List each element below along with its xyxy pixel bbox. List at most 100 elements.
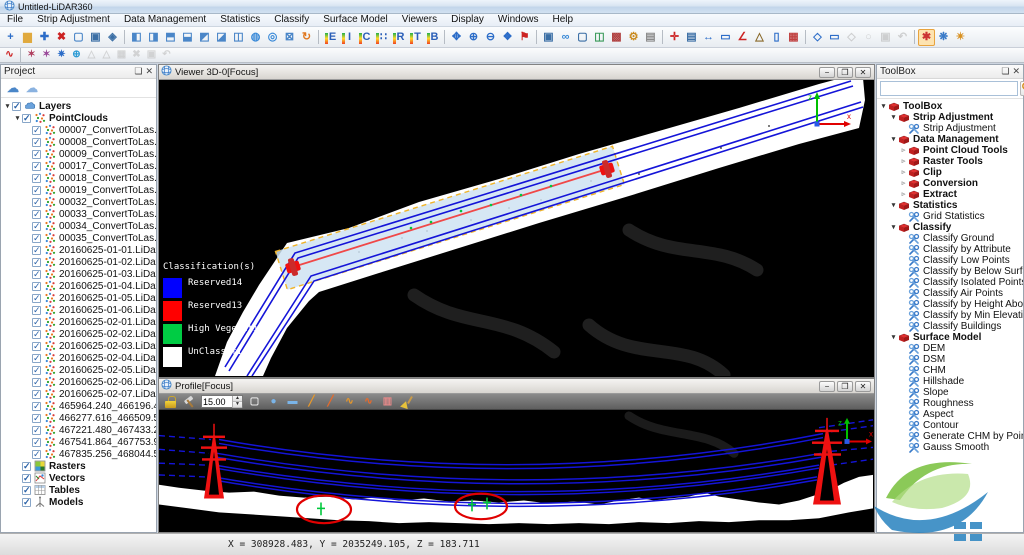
tree-item-00018-converttolas-lidata[interactable]: ✓00018_ConvertToLas.LiData (1, 172, 156, 184)
strip-save-button[interactable]: ▣ (144, 49, 159, 62)
tree-item-strip-adjustment[interactable]: Strip Adjustment (877, 123, 1023, 134)
strip-align-2-button[interactable]: ✶ (39, 49, 54, 62)
zoom-select-button[interactable]: ● (266, 395, 281, 409)
tree-item-467221-480-467433-272-lidata[interactable]: ✓467221.480_467433.272.LiData (1, 424, 156, 436)
tree-item-20160625-01-01-lidata[interactable]: ✓20160625-01-01.LiData (1, 244, 156, 256)
lock-profile-button[interactable] (163, 395, 178, 409)
tree-item-grid-statistics[interactable]: Grid Statistics (877, 211, 1023, 222)
strip-terrain-1-button[interactable]: △ (84, 49, 99, 62)
display-by-return-button[interactable]: R (390, 29, 407, 46)
tree-item-chm[interactable]: CHM (877, 365, 1023, 376)
tree-item-layers[interactable]: ▾✓Layers (1, 100, 156, 112)
restore-button[interactable]: ❐ (837, 381, 853, 392)
tree-item-strip-adjustment[interactable]: ▾Strip Adjustment (877, 112, 1023, 123)
tree-item-classify-ground[interactable]: Classify Ground (877, 233, 1023, 244)
float-panel-icon[interactable]: ❏ (1001, 67, 1009, 76)
viewer-settings-gear-button[interactable]: ⚙ (625, 29, 642, 46)
add-point-cloud-button[interactable]: ☁ (5, 80, 21, 96)
new-window-button[interactable]: ▢ (70, 29, 87, 46)
layer-checkbox[interactable]: ✓ (22, 114, 31, 123)
tree-item-conversion[interactable]: ▹Conversion (877, 178, 1023, 189)
pan-button[interactable]: ❖ (499, 29, 516, 46)
save-as-button[interactable]: ◈ (104, 29, 121, 46)
tree-item-point-cloud-tools[interactable]: ▹Point Cloud Tools (877, 145, 1023, 156)
tree-item-surface-model[interactable]: ▾Surface Model (877, 332, 1023, 343)
view-top-button[interactable]: ◩ (196, 29, 213, 46)
layer-checkbox[interactable]: ✓ (22, 462, 31, 471)
select-circle-button[interactable]: ○ (860, 29, 877, 46)
tree-item-classify-buildings[interactable]: Classify Buildings (877, 321, 1023, 332)
tree-item-20160625-02-05-lidata[interactable]: ✓20160625-02-05.LiData (1, 364, 156, 376)
remove-data-button[interactable]: ✖ (53, 29, 70, 46)
tree-item-20160625-02-02-lidata[interactable]: ✓20160625-02-02.LiData (1, 328, 156, 340)
layer-checkbox[interactable]: ✓ (32, 234, 41, 243)
collapse-icon[interactable]: ▾ (13, 115, 22, 122)
profile-titlebar[interactable]: Profile[Focus] − ❐ ✕ (159, 379, 874, 394)
search-button[interactable] (1020, 81, 1024, 96)
expand-icon[interactable]: ▹ (899, 180, 908, 187)
layer-checkbox[interactable]: ✓ (32, 306, 41, 315)
view-cross-section-button[interactable]: ⊠ (281, 29, 298, 46)
save-selection-button[interactable]: ▣ (877, 29, 894, 46)
profile-width-input[interactable] (202, 396, 232, 407)
expand-icon[interactable]: ▹ (899, 169, 908, 176)
tree-item-data-management[interactable]: ▾Data Management (877, 134, 1023, 145)
layer-checkbox[interactable]: ✓ (32, 210, 41, 219)
select-rectangle-button[interactable]: ▭ (826, 29, 843, 46)
minimize-button[interactable]: − (819, 381, 835, 392)
layer-checkbox[interactable]: ✓ (32, 414, 41, 423)
menu-windows[interactable]: Windows (491, 14, 546, 27)
tree-item-tables[interactable]: ✓Tables (1, 484, 156, 496)
tree-item-pointclouds[interactable]: ▾✓PointClouds (1, 112, 156, 124)
tree-item-toolbox[interactable]: ▾ToolBox (877, 101, 1023, 112)
undo-selection-button[interactable]: ↶ (894, 29, 911, 46)
tree-item-contour[interactable]: Contour (877, 420, 1023, 431)
pick-hammer-button[interactable] (182, 395, 197, 409)
measure-distance-button[interactable]: ↔ (700, 29, 717, 46)
menu-strip-adjustment[interactable]: Strip Adjustment (30, 14, 117, 27)
tree-item-hillshade[interactable]: Hillshade (877, 376, 1023, 387)
layer-checkbox[interactable]: ✓ (32, 390, 41, 399)
view-bottom-button[interactable]: ◪ (213, 29, 230, 46)
tree-item-models[interactable]: ✓Models (1, 496, 156, 508)
collapse-icon[interactable]: ▾ (889, 136, 898, 143)
tree-item-20160625-01-03-lidata[interactable]: ✓20160625-01-03.LiData (1, 268, 156, 280)
layer-checkbox[interactable]: ✓ (32, 222, 41, 231)
fit-polyline-down-button[interactable]: ∿ (361, 395, 376, 409)
expand-icon[interactable]: ▹ (899, 158, 908, 165)
zoom-out-button[interactable]: ⊖ (482, 29, 499, 46)
tree-item-classify-by-attribute[interactable]: Classify by Attribute (877, 244, 1023, 255)
menu-data-management[interactable]: Data Management (117, 14, 213, 27)
pick-pin-button[interactable]: ⚑ (516, 29, 533, 46)
tree-item-dsm[interactable]: DSM (877, 354, 1023, 365)
new-project-button[interactable]: + (2, 29, 19, 46)
tree-item-00019-converttolas-lidata[interactable]: ✓00019_ConvertToLas.LiData (1, 184, 156, 196)
tree-item-20160625-02-01-lidata[interactable]: ✓20160625-02-01.LiData (1, 316, 156, 328)
toolbox-search-input[interactable] (880, 81, 1018, 96)
tree-item-00008-converttolas-lidata[interactable]: ✓00008_ConvertToLas.LiData (1, 136, 156, 148)
tree-item-20160625-02-03-lidata[interactable]: ✓20160625-02-03.LiData (1, 340, 156, 352)
layer-checkbox[interactable]: ✓ (32, 342, 41, 351)
tree-item-00032-converttolas-lidata[interactable]: ✓00032_ConvertToLas.LiData (1, 196, 156, 208)
spin-down-icon[interactable]: ▼ (233, 402, 242, 408)
close-panel-icon[interactable]: ✕ (1012, 67, 1020, 76)
collapse-icon[interactable]: ▾ (889, 224, 898, 231)
render-mixed-points-button[interactable]: ✴ (952, 29, 969, 46)
collapse-icon[interactable]: ▾ (889, 202, 898, 209)
layer-checkbox[interactable]: ✓ (32, 294, 41, 303)
tree-item-20160625-01-02-lidata[interactable]: ✓20160625-01-02.LiData (1, 256, 156, 268)
layer-checkbox[interactable]: ✓ (32, 354, 41, 363)
profile-stats-button[interactable]: ▥ (380, 395, 395, 409)
close-button[interactable]: ✕ (855, 381, 871, 392)
menu-help[interactable]: Help (546, 14, 581, 27)
strip-terrain-2-button[interactable]: △ (99, 49, 114, 62)
menu-viewers[interactable]: Viewers (395, 14, 444, 27)
float-panel-icon[interactable]: ❏ (134, 67, 142, 76)
layer-checkbox[interactable]: ✓ (32, 378, 41, 387)
collapse-icon[interactable]: ▾ (889, 334, 898, 341)
menu-file[interactable]: File (0, 14, 30, 27)
undo-button[interactable]: ↶ (159, 49, 174, 62)
layer-checkbox[interactable]: ✓ (32, 318, 41, 327)
layer-checkbox[interactable]: ✓ (22, 498, 31, 507)
measure-line-down-button[interactable]: ╱ (323, 395, 338, 409)
